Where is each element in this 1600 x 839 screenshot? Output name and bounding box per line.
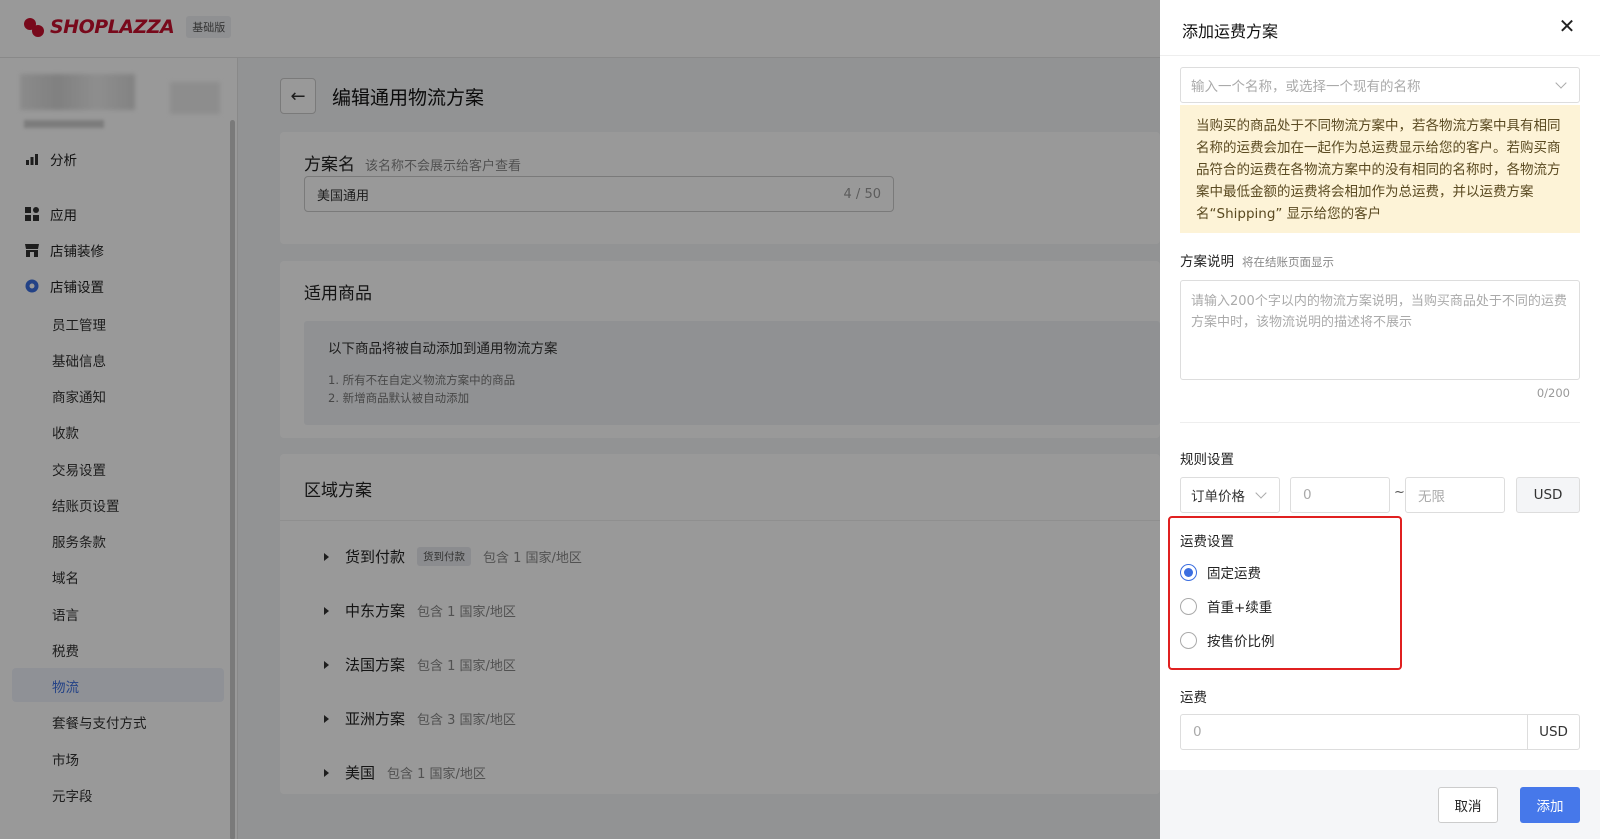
radio-weight-based[interactable]: 首重+续重 bbox=[1180, 596, 1272, 616]
fee-setting-label: 运费设置 bbox=[1180, 534, 1234, 550]
description-sublabel: 将在结账页面显示 bbox=[1242, 255, 1334, 269]
drawer-header: 添加运费方案 ✕ bbox=[1160, 0, 1600, 56]
fee-currency: USD bbox=[1527, 715, 1579, 749]
modal-overlay[interactable] bbox=[0, 0, 1160, 839]
radio-label: 按售价比例 bbox=[1207, 634, 1275, 650]
rule-label: 规则设置 bbox=[1180, 452, 1234, 468]
rate-name-placeholder: 输入一个名称，或选择一个现有的名称 bbox=[1191, 79, 1421, 95]
divider bbox=[1180, 422, 1580, 423]
add-button[interactable]: 添加 bbox=[1520, 787, 1580, 823]
range-separator: ~ bbox=[1394, 485, 1405, 500]
rule-min-input[interactable]: 0 bbox=[1290, 477, 1390, 513]
fee-label: 运费 bbox=[1180, 690, 1207, 706]
rule-currency-button[interactable]: USD bbox=[1516, 477, 1580, 513]
rule-type-select[interactable]: 订单价格 bbox=[1180, 477, 1280, 513]
description-label: 方案说明 bbox=[1180, 254, 1234, 270]
chevron-down-icon bbox=[1255, 487, 1267, 499]
drawer-footer: 取消 添加 bbox=[1160, 770, 1600, 839]
radio-price-percentage[interactable]: 按售价比例 bbox=[1180, 630, 1275, 650]
radio-unselected-icon bbox=[1180, 631, 1197, 649]
rate-name-select[interactable]: 输入一个名称，或选择一个现有的名称 bbox=[1180, 67, 1580, 103]
warning-notice: 当购买的商品处于不同物流方案中，若各物流方案中具有相同名称的运费会加在一起作为总… bbox=[1180, 105, 1580, 233]
radio-fixed-fee[interactable]: 固定运费 bbox=[1180, 562, 1261, 582]
radio-unselected-icon bbox=[1180, 597, 1197, 615]
radio-selected-icon bbox=[1180, 563, 1197, 581]
rule-type-value: 订单价格 bbox=[1191, 489, 1245, 505]
rule-row: 订单价格 0 ~ 无限 USD bbox=[1180, 477, 1580, 513]
add-shipping-rate-drawer: 添加运费方案 ✕ 输入一个名称，或选择一个现有的名称 当购买的商品处于不同物流方… bbox=[1160, 0, 1600, 839]
description-textarea[interactable]: 请输入200个字以内的物流方案说明，当购买商品处于不同的运费方案中时，该物流说明… bbox=[1180, 280, 1580, 380]
radio-label: 首重+续重 bbox=[1207, 600, 1273, 616]
close-icon: ✕ bbox=[1558, 14, 1576, 38]
close-button[interactable]: ✕ bbox=[1556, 16, 1578, 38]
chevron-down-icon bbox=[1555, 77, 1567, 89]
radio-label: 固定运费 bbox=[1207, 566, 1261, 582]
drawer-title: 添加运费方案 bbox=[1182, 22, 1279, 41]
rule-max-input[interactable]: 无限 bbox=[1405, 477, 1505, 513]
fee-input[interactable]: 0 USD bbox=[1180, 714, 1580, 750]
cancel-button[interactable]: 取消 bbox=[1438, 787, 1498, 823]
description-label-row: 方案说明 将在结账页面显示 bbox=[1180, 250, 1334, 270]
fee-placeholder: 0 bbox=[1193, 724, 1202, 740]
description-char-count: 0/200 bbox=[1536, 386, 1570, 400]
